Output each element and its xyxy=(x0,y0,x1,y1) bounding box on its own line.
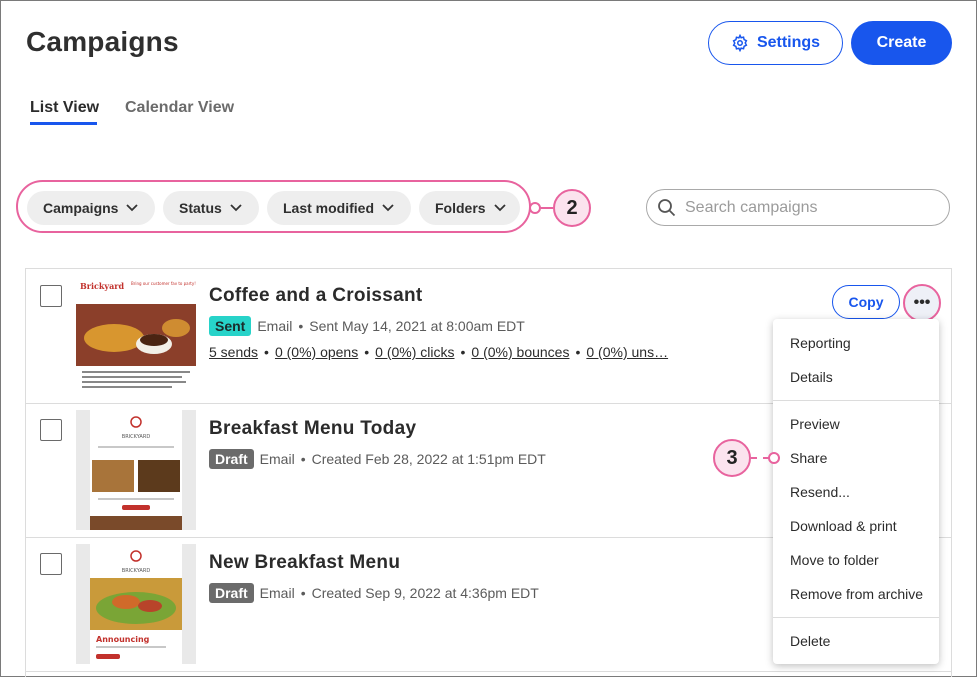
more-actions-button[interactable]: ••• xyxy=(903,284,941,322)
chevron-down-icon xyxy=(126,204,139,212)
thumb-headline: Bring our customer fav to party! xyxy=(131,281,196,286)
campaign-type: Email xyxy=(257,318,293,334)
thumb-brand: BRICKYARD xyxy=(122,434,151,440)
campaign-thumbnail: BRICKYARD Announcing xyxy=(76,544,196,664)
filter-folders-label: Folders xyxy=(435,200,486,216)
meta-separator: • xyxy=(460,344,466,360)
settings-label: Settings xyxy=(756,34,821,51)
campaign-title[interactable]: Breakfast Menu Today xyxy=(209,418,416,440)
meta-separator: • xyxy=(298,318,304,334)
create-button[interactable]: Create xyxy=(851,21,952,65)
meta-separator: • xyxy=(364,344,370,360)
ellipsis-icon: ••• xyxy=(913,294,931,311)
status-badge: Draft xyxy=(209,449,254,469)
status-badge: Sent xyxy=(209,316,252,336)
thumb-headline: Announcing xyxy=(96,635,150,644)
menu-item-preview[interactable]: Preview xyxy=(790,416,840,432)
callout-number-3: 3 xyxy=(713,439,751,477)
filter-campaigns[interactable]: Campaigns xyxy=(27,191,155,225)
campaign-meta: Draft Email • Created Feb 28, 2022 at 1:… xyxy=(209,449,546,469)
stat-sends[interactable]: 5 sends xyxy=(209,344,258,360)
chevron-down-icon xyxy=(382,204,394,212)
chevron-down-icon xyxy=(230,204,242,212)
page-title: Campaigns xyxy=(26,26,179,57)
callout-line xyxy=(751,457,769,459)
row-checkbox[interactable] xyxy=(40,419,62,441)
meta-separator: • xyxy=(300,585,306,601)
search-icon xyxy=(658,198,676,216)
gear-icon xyxy=(732,34,748,52)
meta-separator: • xyxy=(575,344,581,360)
callout-anchor-dot xyxy=(529,202,541,214)
stat-opens[interactable]: 0 (0%) opens xyxy=(275,344,358,360)
meta-separator: • xyxy=(300,451,306,467)
filter-last-modified-label: Last modified xyxy=(283,200,375,216)
thumb-brand: BRICKYARD xyxy=(122,568,151,574)
actions-menu: Reporting Details Preview Share Resend..… xyxy=(773,319,939,664)
menu-item-download-print[interactable]: Download & print xyxy=(790,518,897,534)
active-tab-indicator xyxy=(30,122,97,125)
campaign-thumbnail: BRICKYARD xyxy=(76,410,196,530)
menu-item-remove-from-archive[interactable]: Remove from archive xyxy=(790,586,923,602)
settings-button[interactable]: Settings xyxy=(708,21,843,65)
campaign-title[interactable]: Coffee and a Croissant xyxy=(209,285,423,307)
callout-anchor-dot xyxy=(768,452,780,464)
menu-item-resend[interactable]: Resend... xyxy=(790,484,850,500)
campaign-stats: 5 sends • 0 (0%) opens • 0 (0%) clicks •… xyxy=(209,344,668,360)
filter-status[interactable]: Status xyxy=(163,191,259,225)
chevron-down-icon xyxy=(493,204,506,212)
menu-item-move-to-folder[interactable]: Move to folder xyxy=(790,552,879,568)
stat-clicks[interactable]: 0 (0%) clicks xyxy=(375,344,454,360)
filter-status-label: Status xyxy=(179,200,222,216)
campaign-meta: Sent Email • Sent May 14, 2021 at 8:00am… xyxy=(209,316,525,336)
copy-button[interactable]: Copy xyxy=(832,285,900,319)
stat-bounces[interactable]: 0 (0%) bounces xyxy=(471,344,569,360)
campaign-type: Email xyxy=(259,451,295,467)
stat-unsubscribes[interactable]: 0 (0%) uns… xyxy=(586,344,668,360)
filter-campaigns-label: Campaigns xyxy=(43,200,119,216)
row-checkbox[interactable] xyxy=(40,553,62,575)
campaign-thumbnail: Brickyard Bring our customer fav to part… xyxy=(76,276,196,396)
tab-calendar-view[interactable]: Calendar View xyxy=(125,99,234,117)
meta-separator: • xyxy=(264,344,269,360)
campaign-date: Created Feb 28, 2022 at 1:51pm EDT xyxy=(311,451,546,467)
filter-last-modified[interactable]: Last modified xyxy=(267,191,411,225)
menu-divider xyxy=(773,617,939,618)
callout-line xyxy=(541,207,553,209)
tab-list-view[interactable]: List View xyxy=(30,99,99,117)
menu-item-details[interactable]: Details xyxy=(790,369,833,385)
row-checkbox[interactable] xyxy=(40,285,62,307)
search-input[interactable] xyxy=(685,198,925,217)
campaign-title[interactable]: New Breakfast Menu xyxy=(209,552,400,574)
callout-number-2: 2 xyxy=(553,189,591,227)
campaign-date: Created Sep 9, 2022 at 4:36pm EDT xyxy=(311,585,539,601)
menu-divider xyxy=(773,400,939,401)
filter-folders[interactable]: Folders xyxy=(419,191,520,225)
campaign-type: Email xyxy=(259,585,295,601)
menu-item-share[interactable]: Share xyxy=(790,450,827,466)
menu-item-delete[interactable]: Delete xyxy=(790,633,830,649)
thumb-brand: Brickyard xyxy=(80,281,124,291)
search-field[interactable] xyxy=(646,189,950,226)
campaign-date: Sent May 14, 2021 at 8:00am EDT xyxy=(309,318,525,334)
menu-item-reporting[interactable]: Reporting xyxy=(790,335,851,351)
campaign-meta: Draft Email • Created Sep 9, 2022 at 4:3… xyxy=(209,583,539,603)
status-badge: Draft xyxy=(209,583,254,603)
